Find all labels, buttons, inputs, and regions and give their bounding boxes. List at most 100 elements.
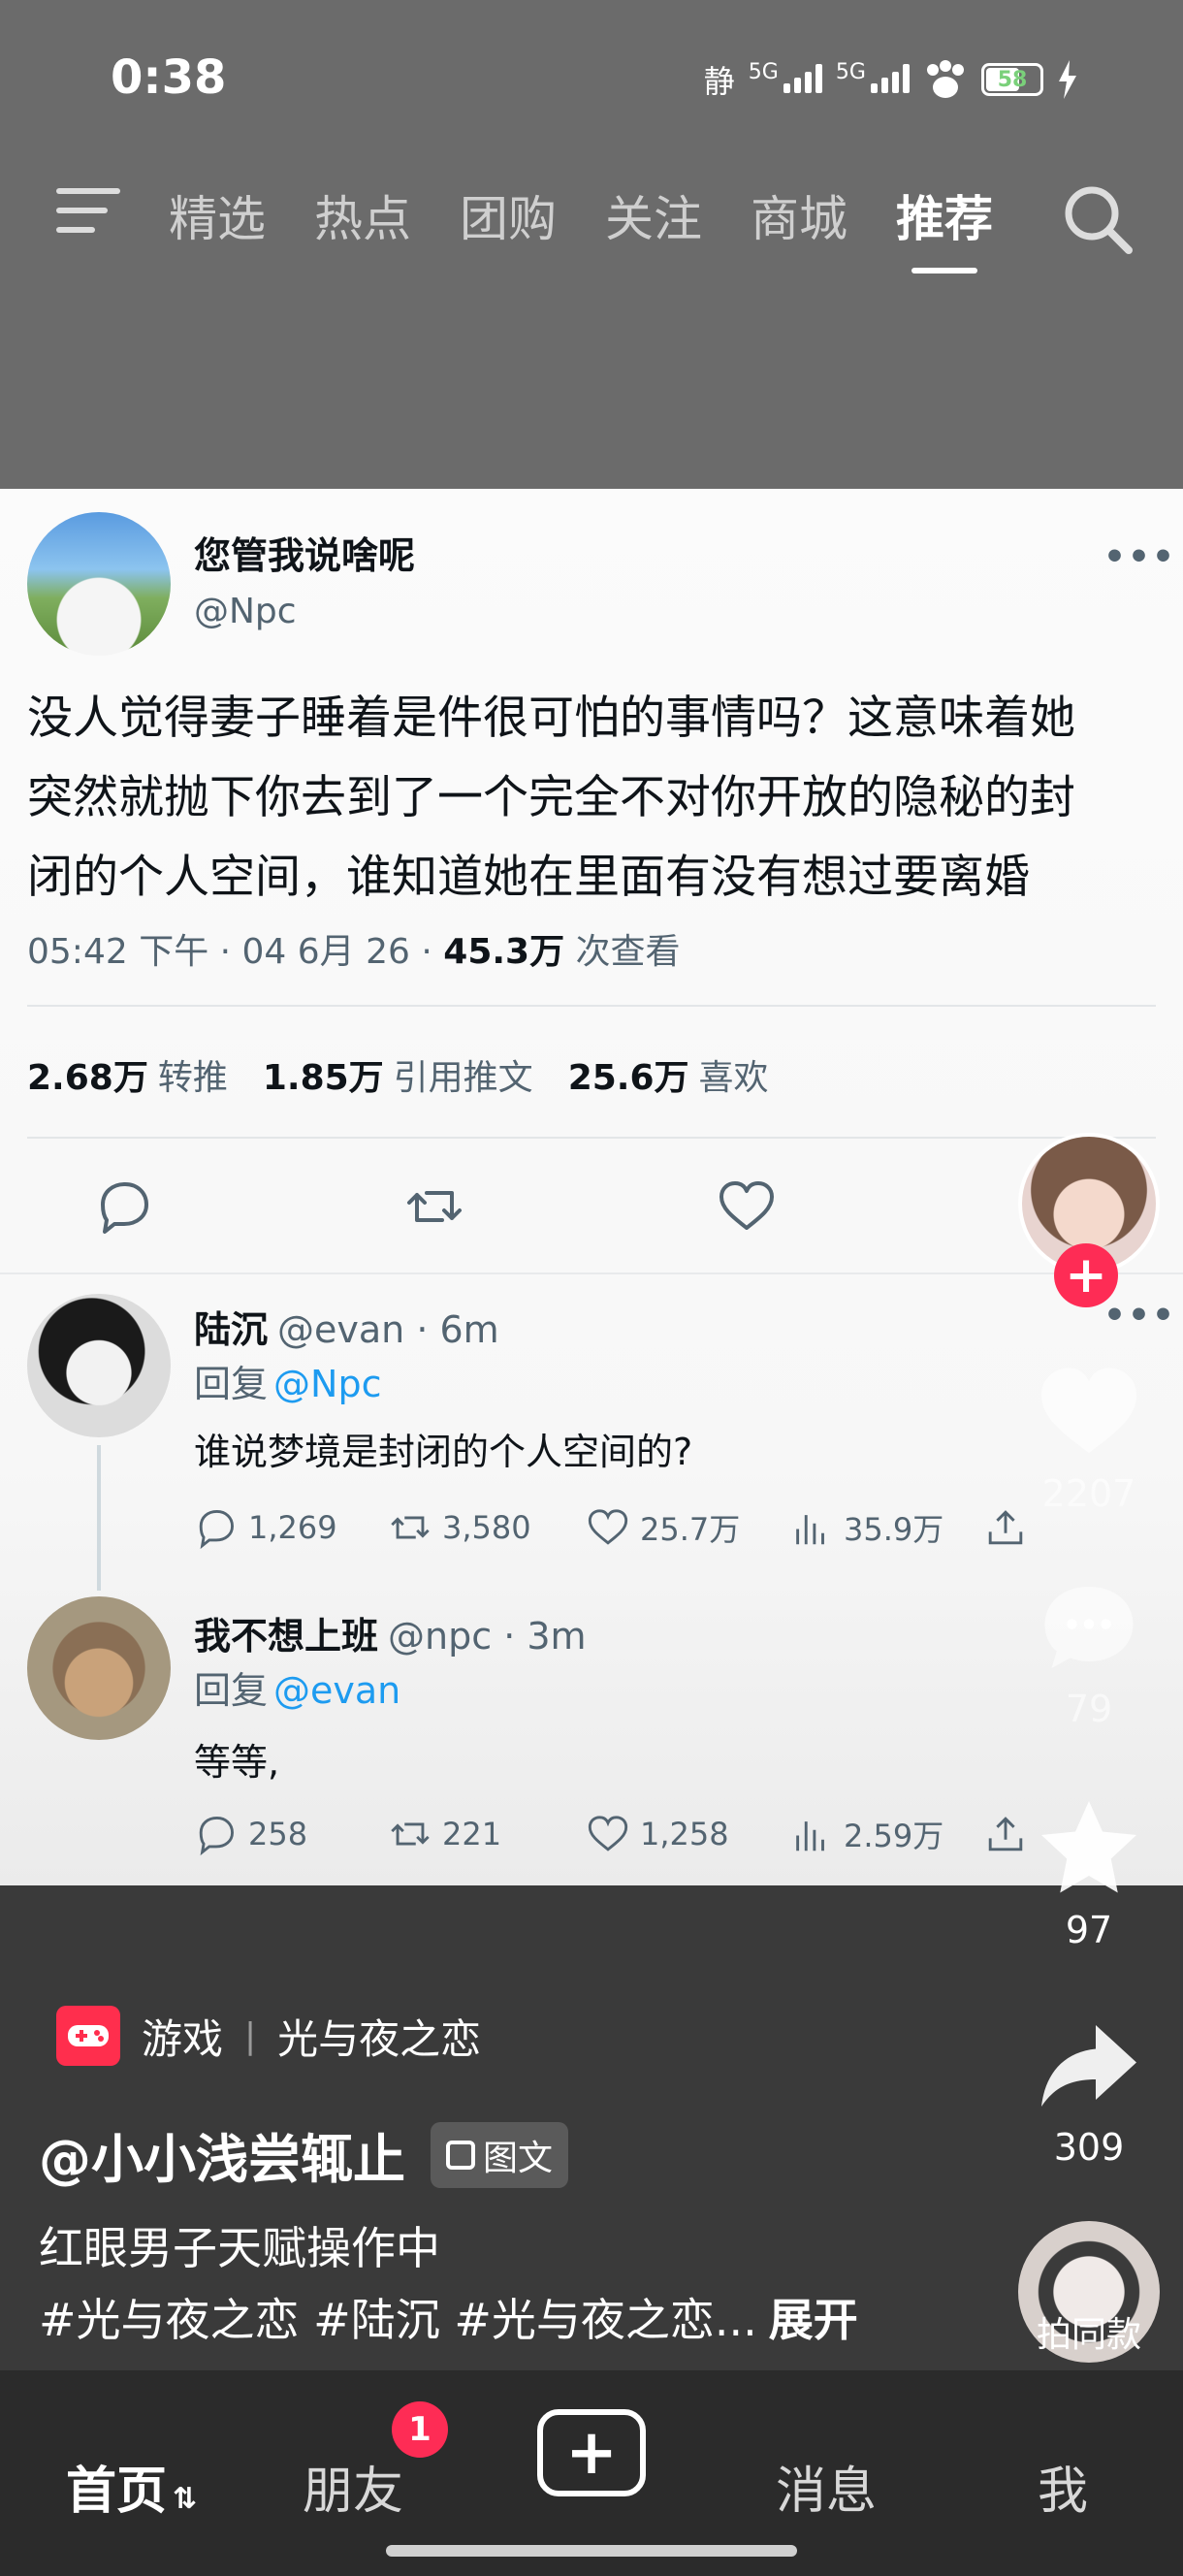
like-icon[interactable] — [716, 1175, 778, 1238]
author-name[interactable]: 您管我说啥呢 — [194, 526, 415, 579]
star-icon — [1041, 1801, 1136, 1893]
comment-icon — [199, 1817, 234, 1856]
comment-button[interactable]: 79 — [1028, 1573, 1150, 1730]
reply-2-reply-to: 回复 @evan — [194, 1669, 401, 1712]
retweet-stat[interactable]: 2.68万 转推 — [27, 1049, 228, 1100]
top-nav: 精选 热点 团购 关注 商城 推荐 — [0, 175, 1183, 291]
reply-2-text: 等等, — [194, 1741, 280, 1784]
video-description: 红眼男子天赋操作中 — [39, 2222, 440, 2274]
quote-stat[interactable]: 1.85万 引用推文 — [263, 1049, 533, 1100]
tweet-text-line-1: 没人觉得妻子睡着是件很可怕的事情吗？这意味着她 — [27, 692, 1075, 745]
tweet-timestamp: 05:42 下午 · 04 6月 26 · — [27, 932, 444, 972]
tab-following[interactable]: 关注 — [605, 180, 702, 274]
tweet-stats: 2.68万 转推 1.85万 引用推文 25.6万 喜欢 — [27, 1049, 769, 1100]
reply-2-handle: @npc · 3m — [388, 1615, 587, 1658]
tab-me[interactable]: 我 — [1038, 2450, 1088, 2523]
status-bar: 0:38 静 5G 5G 58 — [0, 0, 1183, 165]
reply-1-share[interactable] — [983, 1505, 1028, 1550]
like-stat[interactable]: 25.6万 喜欢 — [568, 1049, 769, 1100]
hashtag-list[interactable]: #光与夜之恋 #陆沉 #光与夜之恋... — [39, 2294, 757, 2346]
divider — [0, 1272, 1183, 1274]
video-author-row: @小小浅尝辄止 图文 — [39, 2116, 569, 2193]
divider — [27, 1005, 1156, 1007]
comment-bubble-icon — [1044, 1587, 1134, 1668]
comment-count: 79 — [1065, 1688, 1113, 1730]
reply-1-avatar[interactable] — [27, 1294, 171, 1437]
create-button[interactable]: + — [537, 2409, 646, 2496]
reply-1-more-icon[interactable]: ••• — [1103, 1296, 1176, 1336]
tab-hot[interactable]: 热点 — [314, 180, 411, 274]
share-arrow-icon — [1041, 2025, 1136, 2107]
reply-1-reply-to: 回复 @Npc — [194, 1363, 382, 1405]
top-tabs: 精选 热点 团购 关注 商城 推荐 — [169, 180, 993, 274]
game-category: 游戏 — [142, 2014, 224, 2063]
signal-1-icon: 5G — [749, 62, 822, 97]
author-avatar[interactable] — [27, 512, 171, 656]
status-icons: 静 5G 5G 58 — [704, 52, 1078, 107]
reply-1-comment[interactable]: 1,269 — [194, 1505, 388, 1550]
reply-1-retweet[interactable]: 3,580 — [388, 1505, 586, 1550]
search-icon[interactable] — [1059, 180, 1136, 258]
tab-mall[interactable]: 商城 — [751, 180, 847, 274]
reply-1-views[interactable]: 35.9万 — [789, 1505, 983, 1550]
thread-line — [97, 1445, 101, 1591]
retweet-icon — [391, 1516, 430, 1539]
reply-2-avatar[interactable] — [27, 1596, 171, 1740]
reply-2-actions: 258 221 1,258 2.59万 — [194, 1812, 1028, 1856]
tab-friends[interactable]: 朋友 — [303, 2450, 403, 2523]
home-indicator[interactable] — [386, 2545, 797, 2557]
retweet-icon[interactable] — [403, 1175, 465, 1238]
tweet-more-icon[interactable]: ••• — [1103, 537, 1176, 577]
friends-badge: 1 — [392, 2401, 448, 2458]
separator: | — [244, 2015, 257, 2056]
game-tag[interactable]: 游戏 | 光与夜之恋 — [56, 2006, 481, 2066]
bottom-tab-bar: 首页 ⇅ 朋友 1 + 消息 我 — [0, 2370, 1183, 2576]
reply-2-share[interactable] — [983, 1812, 1028, 1856]
reply-2-mention[interactable]: @evan — [273, 1669, 400, 1712]
expand-button[interactable]: 展开 — [769, 2294, 858, 2346]
reply-1-name[interactable]: 陆沉 — [194, 1308, 268, 1351]
paw-icon — [927, 60, 964, 98]
like-button[interactable]: 2207 — [1028, 1358, 1150, 1515]
reply-2-retweet[interactable]: 221 — [388, 1812, 586, 1856]
comment-icon — [199, 1510, 234, 1550]
tab-home[interactable]: 首页 ⇅ — [66, 2450, 197, 2523]
reply-1-text: 谁说梦境是封闭的个人空间的? — [194, 1431, 693, 1473]
signal-2-icon: 5G — [836, 62, 910, 97]
view-count: 45.3万 — [443, 932, 565, 972]
reply-2-views[interactable]: 2.59万 — [789, 1812, 983, 1856]
share-button[interactable]: 309 — [1028, 2012, 1150, 2169]
tweet-meta: 05:42 下午 · 04 6月 26 · 45.3万 次查看 — [27, 923, 681, 974]
follow-button[interactable]: + — [1054, 1243, 1118, 1307]
image-post-icon — [446, 2140, 475, 2170]
reply-icon[interactable] — [93, 1175, 155, 1238]
same-style-label[interactable]: 拍同款 — [1008, 2306, 1169, 2357]
reply-2-name[interactable]: 我不想上班 — [194, 1615, 378, 1658]
tab-recommended[interactable]: 推荐 — [896, 180, 993, 274]
favorite-button[interactable]: 97 — [1028, 1794, 1150, 1951]
divider — [27, 1137, 1156, 1139]
view-count-label: 次查看 — [564, 932, 681, 972]
gamepad-icon — [56, 2006, 120, 2066]
like-icon — [588, 1816, 628, 1852]
tab-group-buy[interactable]: 团购 — [460, 180, 557, 274]
charging-icon — [1059, 60, 1076, 99]
menu-icon[interactable] — [56, 188, 120, 241]
like-count: 2207 — [1041, 1472, 1136, 1515]
tab-messages[interactable]: 消息 — [776, 2450, 877, 2523]
reply-1-like[interactable]: 25.7万 — [586, 1505, 789, 1550]
reply-2-like[interactable]: 1,258 — [586, 1812, 789, 1856]
tweet-text-line-2: 突然就抛下你去到了一个完全不对你开放的隐秘的封 — [27, 771, 1075, 824]
share-icon — [988, 1510, 1023, 1545]
share-icon — [988, 1817, 1023, 1852]
views-icon — [796, 1515, 824, 1545]
tweet-text-line-3: 闭的个人空间，谁知道她在里面有没有想过要离婚 — [27, 851, 1030, 904]
tab-featured[interactable]: 精选 — [169, 180, 266, 274]
video-author[interactable]: @小小浅尝辄止 — [39, 2116, 405, 2193]
views-icon — [796, 1821, 824, 1852]
favorite-count: 97 — [1065, 1909, 1113, 1951]
tweet-card: 您管我说啥呢 @Npc ••• 没人觉得妻子睡着是件很可怕的事情吗？这意味着她 … — [0, 489, 1183, 1885]
reply-1-mention[interactable]: @Npc — [273, 1363, 381, 1405]
reply-2-comment[interactable]: 258 — [194, 1812, 388, 1856]
content-type-badge: 图文 — [431, 2121, 569, 2188]
